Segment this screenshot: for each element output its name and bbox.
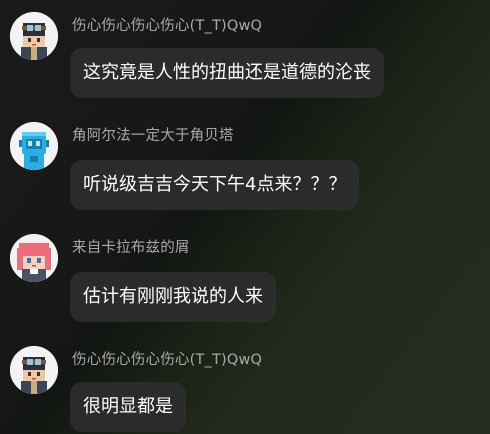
message-bubble[interactable]: 估计有刚刚我说的人来 [70,272,276,322]
username: 伤心伤心伤心伤心(T_T)QwQ [72,18,263,34]
dark-hair-goggles-avatar-icon[interactable] [10,12,58,60]
pink-hair-avatar-icon[interactable] [10,234,58,282]
dark-hair-goggles-avatar-icon[interactable] [10,346,58,394]
message-bubble[interactable]: 这究竟是人性的扭曲还是道德的沦丧 [70,48,384,98]
username: 来自卡拉布兹的屑 [72,240,190,256]
blue-robot-avatar-icon[interactable] [10,122,58,170]
message-bubble[interactable]: 很明显都是 [70,382,186,432]
chat-message-list: 伤心伤心伤心伤心(T_T)QwQ 这究竟是人性的扭曲还是道德的沦丧 角阿尔法一定… [0,0,490,434]
username: 伤心伤心伤心伤心(T_T)QwQ [72,352,263,368]
username: 角阿尔法一定大于角贝塔 [72,128,234,144]
message-bubble[interactable]: 听说级吉吉今天下午4点来？？？ [70,160,360,210]
